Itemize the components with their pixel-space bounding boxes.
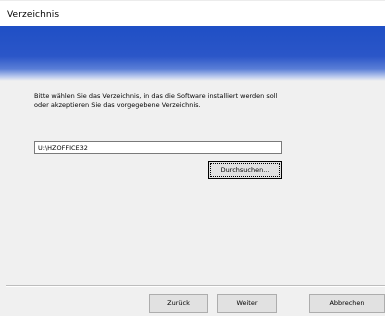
instruction-text: Bitte wählen Sie das Verzeichnis, in das… — [34, 92, 364, 109]
back-button[interactable]: Zurück — [149, 294, 208, 313]
next-button[interactable]: Weiter — [217, 294, 277, 313]
browse-button-label: Durchsuchen... — [210, 163, 280, 177]
title-bar[interactable]: Verzeichnis — [0, 0, 385, 26]
instruction-line-2: oder akzeptieren Sie das vorgegebene Ver… — [34, 100, 201, 109]
footer-separator — [6, 285, 385, 287]
instruction-line-1: Bitte wählen Sie das Verzeichnis, in das… — [34, 92, 278, 100]
browse-button[interactable]: Durchsuchen... — [208, 161, 282, 179]
install-path-input[interactable] — [34, 141, 282, 154]
header-banner — [0, 26, 385, 81]
cancel-button[interactable]: Abbrechen — [309, 294, 385, 313]
window-title: Verzeichnis — [7, 10, 60, 20]
